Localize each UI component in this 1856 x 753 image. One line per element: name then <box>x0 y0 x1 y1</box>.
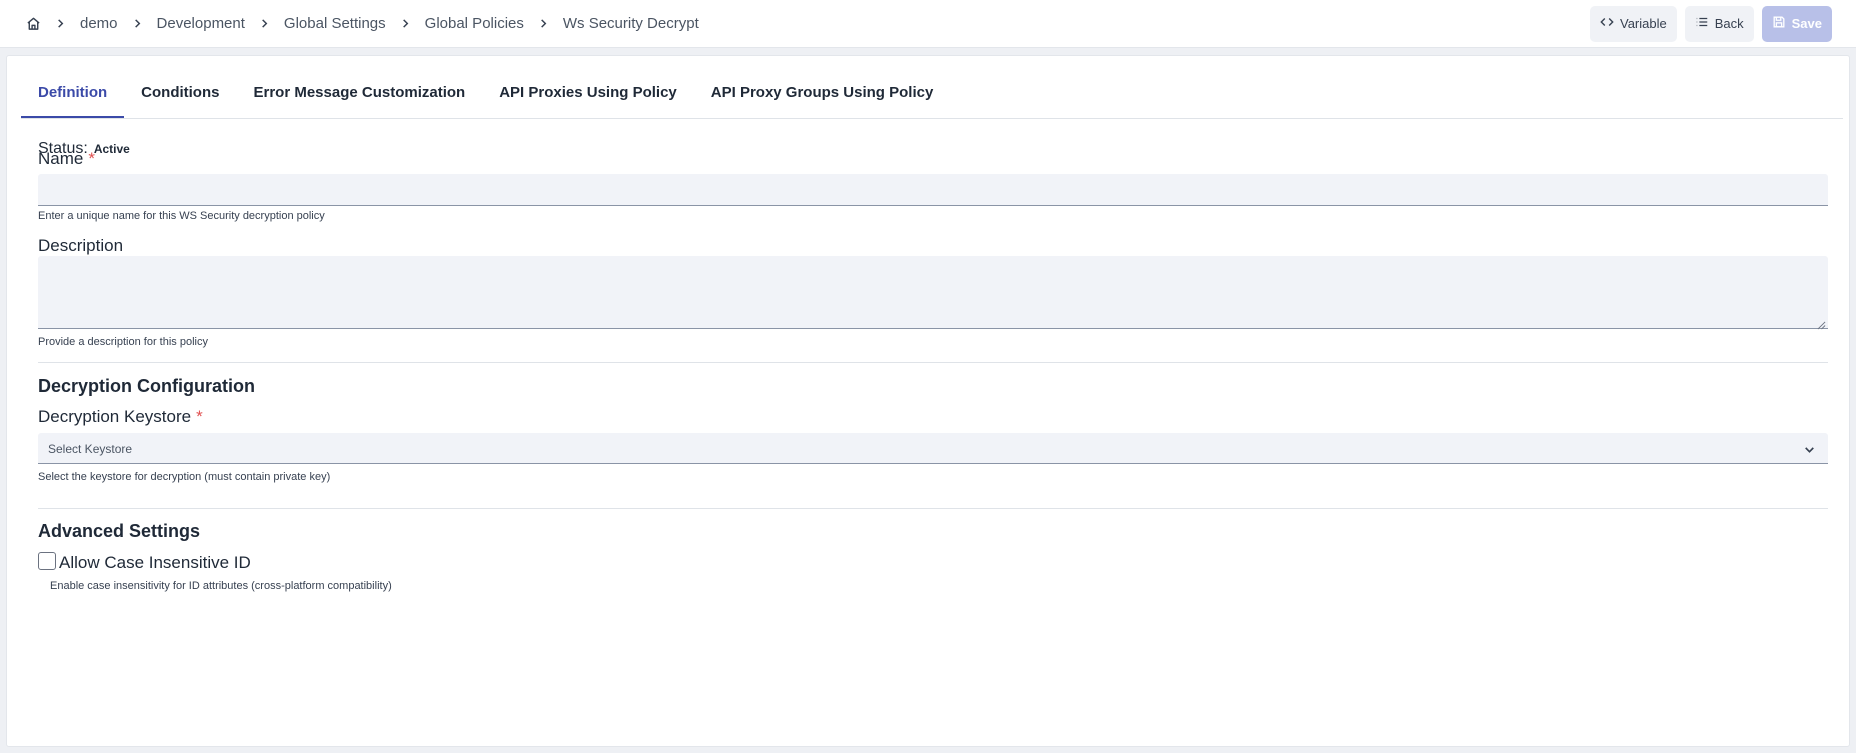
variable-button[interactable]: Variable <box>1589 5 1677 42</box>
breadcrumb-current: Ws Security Decrypt <box>562 15 699 32</box>
status-badge: Active <box>93 142 130 156</box>
divider <box>38 362 1828 363</box>
description-help-text: Provide a description for this policy <box>38 336 208 348</box>
keystore-label-text: Decryption Keystore <box>38 407 192 426</box>
description-label: Description <box>38 236 124 255</box>
back-button-label: Back <box>1714 16 1744 31</box>
tab-conditions[interactable]: Conditions <box>124 68 236 118</box>
tab-bar: Definition Conditions Error Message Cust… <box>21 68 1843 119</box>
breadcrumb: demo Development Global Settings Global … <box>26 15 699 32</box>
top-bar: demo Development Global Settings Global … <box>0 0 1856 48</box>
chevron-right-icon <box>259 18 270 29</box>
save-button-label: Save <box>1791 16 1822 31</box>
home-icon[interactable] <box>26 16 41 31</box>
chevron-right-icon <box>538 18 549 29</box>
case-insensitive-help-text: Enable case insensitivity for ID attribu… <box>50 580 392 592</box>
name-label: Name * <box>38 149 95 169</box>
breadcrumb-development[interactable]: Development <box>157 15 245 32</box>
breadcrumb-demo[interactable]: demo <box>80 15 118 32</box>
required-mark: * <box>88 149 95 168</box>
save-icon <box>1772 15 1786 32</box>
advanced-section-title: Advanced Settings <box>38 521 201 541</box>
name-input[interactable] <box>38 174 1828 206</box>
case-insensitive-label[interactable]: Allow Case Insensitive ID <box>59 553 251 573</box>
chevron-right-icon <box>55 18 66 29</box>
name-help-text: Enter a unique name for this WS Security… <box>38 210 325 222</box>
description-textarea[interactable] <box>38 256 1828 330</box>
tab-definition[interactable]: Definition <box>21 68 125 118</box>
keystore-select-value: Select Keystore <box>48 442 133 456</box>
breadcrumb-global-policies[interactable]: Global Policies <box>425 15 524 32</box>
chevron-down-icon <box>1803 443 1816 456</box>
required-mark: * <box>196 407 203 426</box>
divider <box>38 508 1828 509</box>
tab-api-proxies-using-policy[interactable]: API Proxies Using Policy <box>482 68 694 118</box>
keystore-label: Decryption Keystore * <box>38 407 203 427</box>
keystore-select[interactable]: Select Keystore <box>38 433 1828 464</box>
keystore-help-text: Select the keystore for decryption (must… <box>38 471 331 483</box>
policy-card: Definition Conditions Error Message Cust… <box>6 55 1850 747</box>
toolbar-actions: Variable Back Save <box>1589 5 1832 42</box>
chevron-right-icon <box>132 18 143 29</box>
decryption-section-title: Decryption Configuration <box>38 376 255 396</box>
case-insensitive-checkbox[interactable] <box>38 552 56 570</box>
save-button[interactable]: Save <box>1761 5 1832 42</box>
tab-error-message-customization[interactable]: Error Message Customization <box>236 68 482 118</box>
tab-api-proxy-groups-using-policy[interactable]: API Proxy Groups Using Policy <box>694 68 951 118</box>
name-label-text: Name <box>38 149 84 168</box>
variable-button-label: Variable <box>1619 16 1667 31</box>
list-icon <box>1695 15 1709 32</box>
back-button[interactable]: Back <box>1684 5 1754 42</box>
chevron-right-icon <box>400 18 411 29</box>
breadcrumb-global-settings[interactable]: Global Settings <box>284 15 386 32</box>
resize-handle-icon[interactable] <box>1817 317 1826 330</box>
code-icon <box>1600 15 1614 32</box>
